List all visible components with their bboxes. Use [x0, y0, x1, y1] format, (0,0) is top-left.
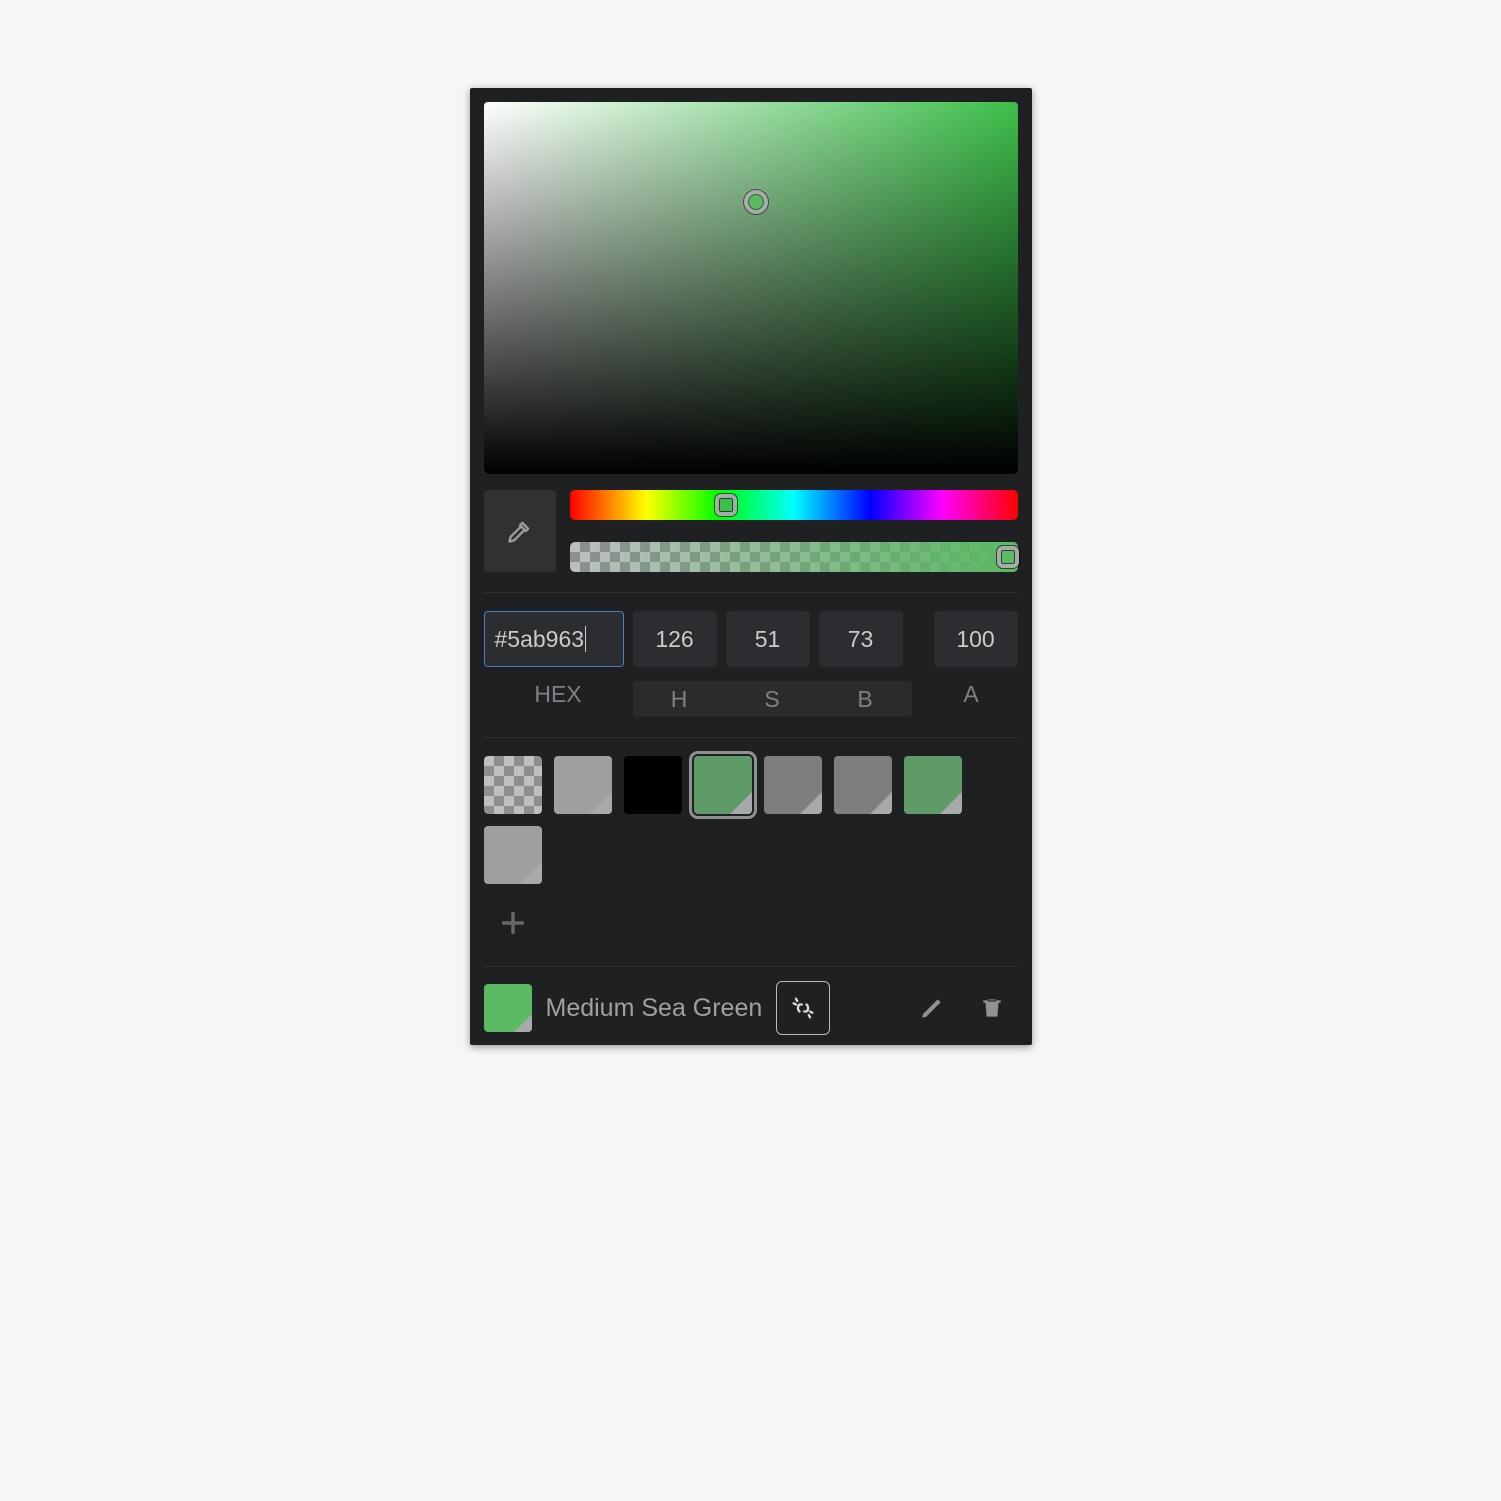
brightness-input[interactable]: 73 [819, 611, 903, 667]
color-picker-panel: #5ab963 126 51 73 100 HEX H S B A [470, 88, 1032, 1045]
unlink-icon [789, 994, 817, 1022]
plus-icon [499, 909, 527, 937]
unlink-button[interactable] [776, 981, 830, 1035]
alpha-slider[interactable] [570, 542, 1018, 572]
hue-slider[interactable] [570, 490, 1018, 520]
swatch-1[interactable] [554, 756, 612, 814]
swatch-7[interactable] [484, 826, 542, 884]
eyedropper-button[interactable] [484, 490, 556, 572]
hex-label: HEX [484, 681, 633, 717]
delete-button[interactable] [966, 982, 1018, 1034]
swatch-5[interactable] [834, 756, 892, 814]
swatch-list [484, 756, 1018, 884]
saturation-value-area[interactable] [484, 102, 1018, 474]
pencil-icon [919, 995, 945, 1021]
hue-input[interactable]: 126 [633, 611, 717, 667]
h-label: H [633, 686, 726, 713]
alpha-input[interactable]: 100 [934, 611, 1018, 667]
s-label: S [726, 686, 819, 713]
hue-thumb[interactable] [715, 494, 737, 516]
trash-icon [979, 995, 1005, 1021]
color-name-label: Medium Sea Green [546, 994, 763, 1023]
color-value-fields: #5ab963 126 51 73 100 [484, 611, 1018, 667]
add-swatch-button[interactable] [484, 894, 542, 952]
swatch-4[interactable] [764, 756, 822, 814]
hex-value: #5ab963 [495, 626, 585, 653]
current-swatch[interactable] [484, 984, 532, 1032]
eyedropper-icon [506, 517, 534, 545]
b-label: B [819, 686, 912, 713]
sv-cursor[interactable] [744, 190, 768, 214]
swatch-6[interactable] [904, 756, 962, 814]
saturation-input[interactable]: 51 [726, 611, 810, 667]
hex-input[interactable]: #5ab963 [484, 611, 624, 667]
swatch-2[interactable] [624, 756, 682, 814]
swatch-0[interactable] [484, 756, 542, 814]
alpha-thumb[interactable] [997, 546, 1019, 568]
hsb-mode-toggle[interactable]: H S B [633, 681, 912, 717]
a-label: A [925, 681, 1018, 717]
swatch-3[interactable] [694, 756, 752, 814]
edit-button[interactable] [906, 982, 958, 1034]
